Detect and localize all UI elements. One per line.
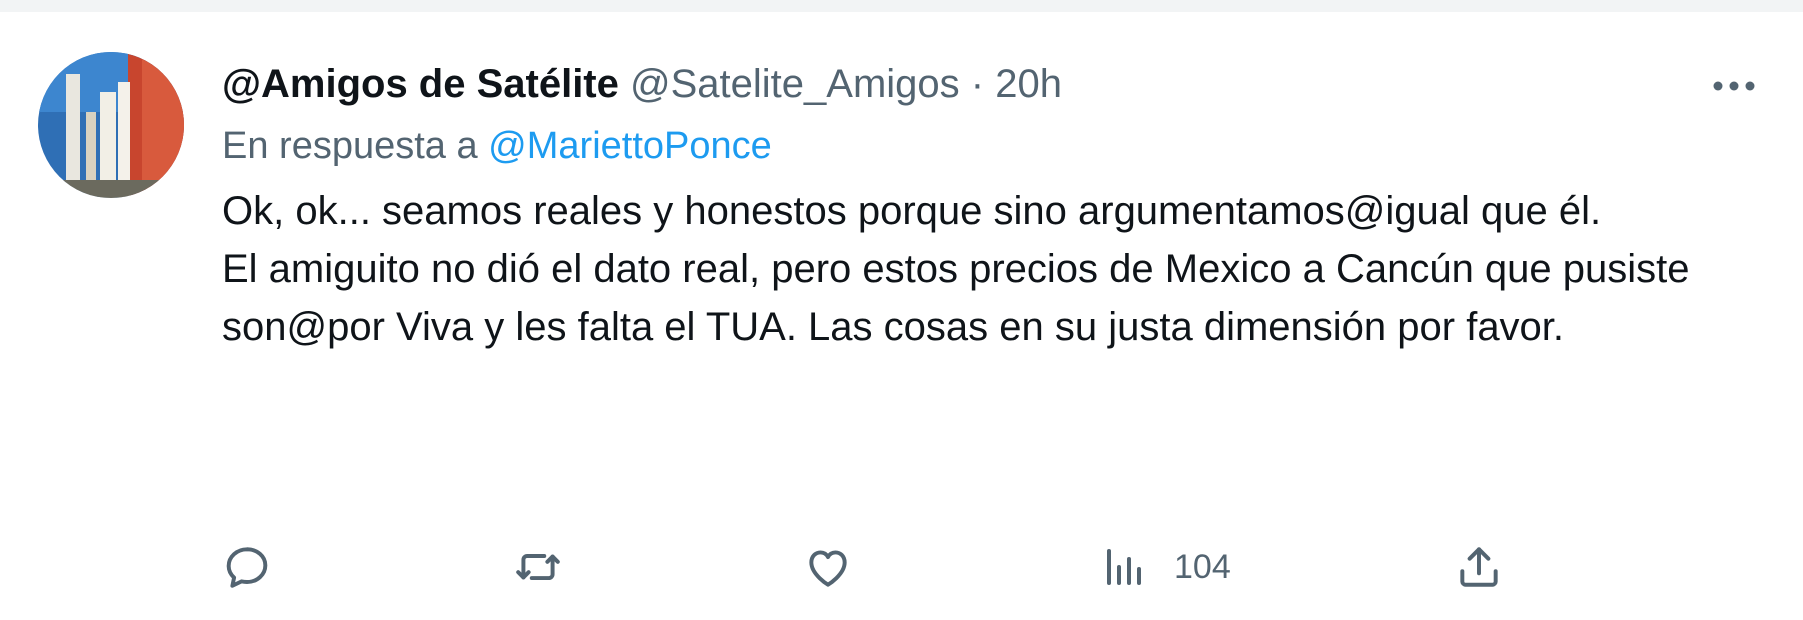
timestamp[interactable]: 20h bbox=[995, 62, 1062, 106]
tweet-text-paragraph: Ok, ok... seamos reales y honestos porqu… bbox=[222, 189, 1602, 233]
more-options-button[interactable] bbox=[1706, 68, 1762, 104]
views-count: 104 bbox=[1174, 547, 1231, 586]
more-dots-icon bbox=[1713, 81, 1755, 91]
share-button[interactable] bbox=[1454, 532, 1504, 602]
tweet-header: @Amigos de Satélite @Satelite_Amigos · 2… bbox=[222, 52, 1762, 116]
action-bar: 104 bbox=[222, 532, 1522, 602]
reply-icon bbox=[226, 547, 268, 588]
tweet-text-paragraph: El amiguito no dió el dato real, pero es… bbox=[222, 247, 1690, 349]
retweet-icon bbox=[516, 553, 560, 581]
user-handle[interactable]: @Satelite_Amigos bbox=[630, 62, 960, 106]
reply-prefix: En respuesta a bbox=[222, 125, 478, 167]
reply-mention-link[interactable]: @MariettoPonce bbox=[488, 125, 772, 167]
avatar[interactable] bbox=[38, 52, 184, 198]
reply-button[interactable] bbox=[222, 532, 272, 602]
reply-context: En respuesta a @MariettoPonce bbox=[222, 118, 1762, 174]
tweet-content: @Amigos de Satélite @Satelite_Amigos · 2… bbox=[222, 52, 1762, 356]
avatar-image bbox=[38, 52, 184, 198]
like-button[interactable] bbox=[802, 532, 854, 602]
separator-dot: · bbox=[970, 62, 985, 106]
tweet-text: Ok, ok... seamos reales y honestos porqu… bbox=[222, 182, 1762, 356]
top-divider bbox=[0, 0, 1803, 12]
heart-icon bbox=[809, 550, 847, 587]
views-chart-icon bbox=[1107, 549, 1141, 585]
tweet-card[interactable]: @Amigos de Satélite @Satelite_Amigos · 2… bbox=[0, 12, 1803, 620]
display-name[interactable]: @Amigos de Satélite bbox=[222, 62, 619, 106]
views-button[interactable]: 104 bbox=[1100, 532, 1231, 602]
share-icon bbox=[1460, 547, 1498, 587]
retweet-button[interactable] bbox=[512, 532, 564, 602]
